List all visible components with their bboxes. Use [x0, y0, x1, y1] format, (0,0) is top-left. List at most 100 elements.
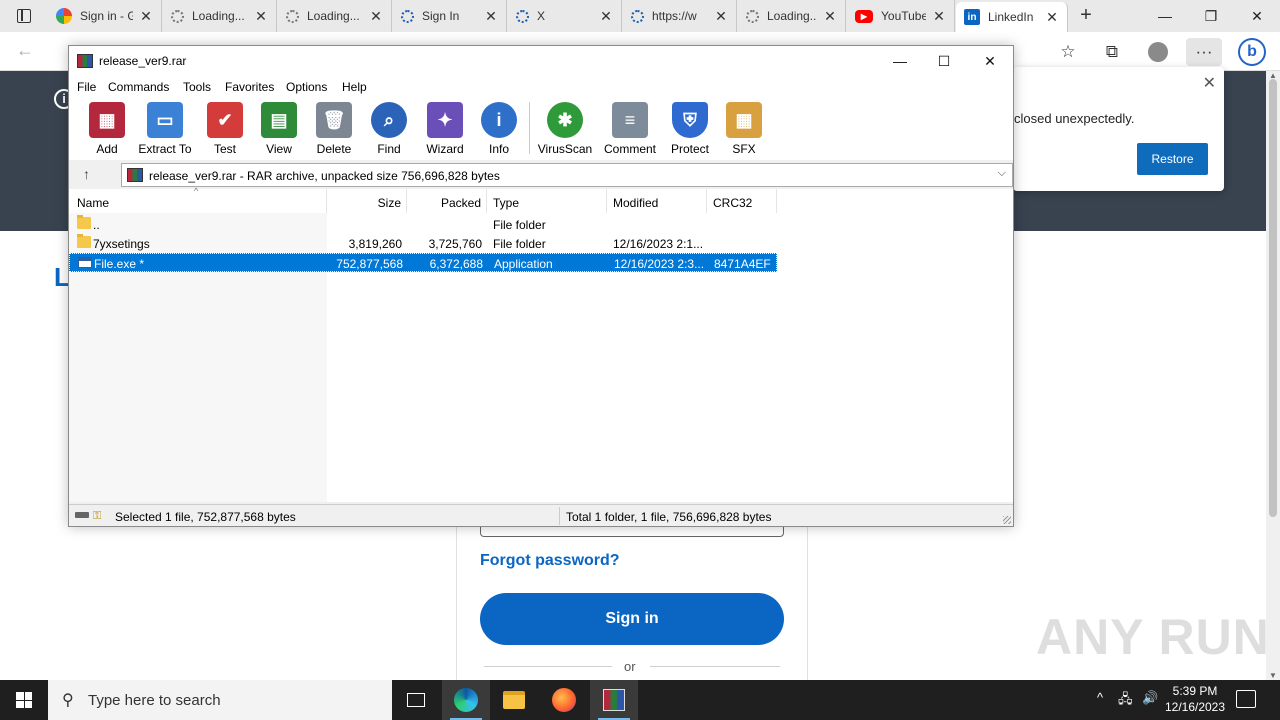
notifications-icon[interactable] [1236, 690, 1256, 708]
resize-grip-icon[interactable] [1003, 516, 1011, 524]
close-tab-icon[interactable]: ✕ [1045, 9, 1059, 26]
tab-actions-menu-icon[interactable] [10, 6, 38, 26]
column-header-type[interactable]: Type [487, 189, 607, 213]
close-tab-icon[interactable]: ✕ [932, 8, 946, 25]
wizard-icon: ✦ [427, 102, 463, 138]
close-tab-icon[interactable]: ✕ [254, 8, 268, 25]
key-icon[interactable]: ⚿ [93, 510, 101, 523]
close-tab-icon[interactable]: ✕ [599, 8, 613, 25]
tab-google-signin[interactable]: Sign in - G ✕ [48, 0, 162, 32]
table-row[interactable]: .. File folder [69, 215, 777, 234]
table-row-selected[interactable]: File.exe * 752,877,568 6,372,688 Applica… [69, 253, 777, 272]
tab-linkedin[interactable]: in LinkedIn ✕ [956, 2, 1068, 32]
status-total: Total 1 folder, 1 file, 756,696,828 byte… [566, 510, 772, 524]
taskbar-winrar[interactable] [590, 680, 638, 720]
chevron-down-icon[interactable]: ⌵ [998, 167, 1006, 180]
taskbar-clock[interactable]: 5:39 PM 12/16/2023 [1160, 683, 1230, 715]
scrollbar-thumb[interactable] [1269, 79, 1277, 517]
taskbar-firefox[interactable] [540, 680, 588, 720]
tab-sign-in[interactable]: Sign In ✕ [393, 0, 507, 32]
close-tab-icon[interactable]: ✕ [484, 8, 498, 25]
restore-window-icon[interactable]: ❐ [1188, 0, 1234, 32]
page-scrollbar[interactable]: ▲ ▼ [1266, 71, 1280, 680]
close-tab-icon[interactable]: ✕ [369, 8, 383, 25]
close-window-icon[interactable]: ✕ [1234, 0, 1280, 32]
extract-to-button[interactable]: ▭ Extract To [137, 102, 193, 158]
test-button[interactable]: ✔ Test [197, 102, 253, 158]
restore-message: closed unexpectedly. [1014, 111, 1135, 126]
search-placeholder: Type here to search [88, 692, 221, 709]
column-header-name[interactable]: ^ Name [69, 186, 327, 213]
up-folder-icon[interactable]: ↑ [83, 166, 90, 182]
favorites-icon[interactable]: ☆ [1054, 38, 1082, 66]
menu-tools[interactable]: Tools [183, 80, 211, 94]
table-row[interactable]: 7yxsetings 3,819,260 3,725,760 File fold… [69, 234, 777, 253]
tab-https[interactable]: https://w ✕ [623, 0, 737, 32]
taskbar-search-box[interactable]: ⚲ Type here to search [48, 680, 392, 720]
find-button[interactable]: ⌕ Find [361, 102, 417, 158]
tab-youtube[interactable]: ▶ YouTube ✕ [847, 0, 955, 32]
taskbar-edge[interactable] [442, 680, 490, 720]
menu-help[interactable]: Help [342, 80, 367, 94]
minimize-icon[interactable]: — [1142, 0, 1188, 32]
anyrun-watermark: ANY RUN [1036, 609, 1270, 665]
column-header-modified[interactable]: Modified [607, 189, 707, 213]
network-icon[interactable]: 🖧 [1118, 690, 1133, 712]
collections-icon[interactable]: ⧉ [1098, 38, 1126, 66]
menu-file[interactable]: File [77, 80, 96, 94]
new-tab-icon[interactable]: + [1074, 4, 1098, 28]
restore-button[interactable]: Restore [1137, 143, 1208, 175]
forgot-password-link[interactable]: Forgot password? [480, 552, 620, 570]
info-button[interactable]: i Info [471, 102, 527, 158]
toolbar-label: VirusScan [537, 142, 593, 156]
show-hidden-icons-icon[interactable]: ^ [1097, 690, 1103, 705]
sign-in-button[interactable]: Sign in [480, 593, 784, 645]
restore-pages-popup: ✕ closed unexpectedly. Restore [1013, 67, 1224, 191]
sfx-button[interactable]: ▦ SFX [716, 102, 772, 158]
tab-loading-2[interactable]: Loading... ✕ [278, 0, 392, 32]
close-tab-icon[interactable]: ✕ [714, 8, 728, 25]
column-header-crc32[interactable]: CRC32 [707, 189, 777, 213]
close-icon[interactable]: ✕ [967, 50, 1013, 72]
protect-button[interactable]: ⛨ Protect [662, 102, 718, 158]
close-tab-icon[interactable]: ✕ [823, 8, 837, 25]
close-tab-icon[interactable]: ✕ [139, 8, 153, 25]
tab-x[interactable]: X ✕ [508, 0, 622, 32]
column-header-packed[interactable]: Packed [407, 189, 487, 213]
winrar-status-bar: ⚿ Selected 1 file, 752,877,568 bytes Tot… [69, 504, 1013, 526]
windows-taskbar: ⚲ Type here to search ^ 🖧 🔊 5:39 PM 12/1… [0, 680, 1280, 720]
add-button[interactable]: ▦ Add [79, 102, 135, 158]
profile-avatar-icon[interactable] [1144, 38, 1172, 66]
delete-button[interactable]: 🗑 Delete [306, 102, 362, 158]
menu-options[interactable]: Options [286, 80, 327, 94]
wizard-button[interactable]: ✦ Wizard [417, 102, 473, 158]
tab-title: LinkedIn [988, 10, 1034, 24]
start-button[interactable] [0, 680, 48, 720]
view-button[interactable]: ▤ View [251, 102, 307, 158]
path-combobox[interactable]: release_ver9.rar - RAR archive, unpacked… [121, 163, 1013, 187]
status-divider [559, 507, 560, 525]
loading-icon [516, 9, 529, 23]
column-header-size[interactable]: Size [327, 189, 407, 213]
virusscan-button[interactable]: ✱ VirusScan [537, 102, 593, 158]
tab-loading-1[interactable]: Loading... ✕ [163, 0, 277, 32]
tab-loading-3[interactable]: Loading... ✕ [738, 0, 846, 32]
cell-name: 7yxsetings [93, 237, 150, 251]
drive-icon [75, 512, 89, 518]
folder-icon [77, 234, 91, 248]
menu-commands[interactable]: Commands [108, 80, 169, 94]
bing-chat-icon[interactable]: b [1238, 38, 1266, 66]
scroll-down-icon[interactable]: ▼ [1269, 671, 1277, 680]
taskbar-file-explorer[interactable] [490, 680, 538, 720]
more-menu-icon[interactable]: ··· [1186, 38, 1222, 66]
maximize-icon[interactable]: ☐ [921, 50, 967, 72]
volume-icon[interactable]: 🔊 [1142, 690, 1158, 706]
task-view-button[interactable] [392, 680, 440, 720]
winrar-title-bar[interactable]: release_ver9.rar — ☐ ✕ [69, 46, 1013, 76]
minimize-icon[interactable]: — [877, 50, 923, 72]
menu-favorites[interactable]: Favorites [225, 80, 274, 94]
back-arrow-icon[interactable]: ← [16, 40, 34, 61]
sfx-icon: ▦ [726, 102, 762, 138]
comment-button[interactable]: ≡ Comment [602, 102, 658, 158]
close-icon[interactable]: ✕ [1203, 73, 1216, 93]
